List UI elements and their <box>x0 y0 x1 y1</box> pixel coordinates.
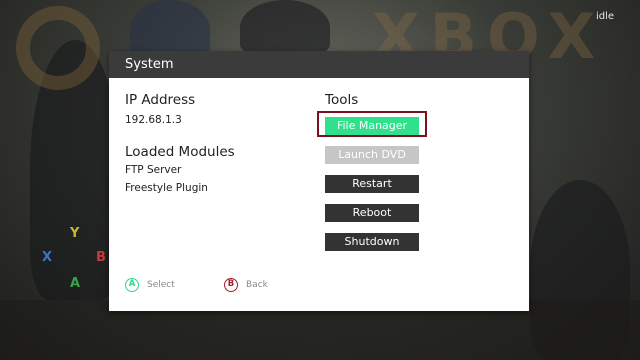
dashboard-screen: XBOX RA idle Y X A B System IP Address 1… <box>0 0 640 360</box>
file-manager-button[interactable]: File Manager <box>325 117 419 135</box>
launch-dvd-button[interactable]: Launch DVD <box>325 146 419 164</box>
controller-b-icon: B <box>96 250 106 265</box>
controller-y-icon: Y <box>70 226 80 241</box>
restart-button[interactable]: Restart <box>325 175 419 193</box>
a-button-icon: A <box>125 278 139 292</box>
back-label: Back <box>246 280 268 290</box>
xbox-logo-icon <box>16 6 100 90</box>
tools-heading: Tools <box>325 92 359 108</box>
module-item-freestyle-plugin: Freestyle Plugin <box>125 182 208 194</box>
tools-column: Tools File Manager Launch DVD Restart Re… <box>317 91 427 251</box>
reboot-button[interactable]: Reboot <box>325 204 419 222</box>
background-figure <box>240 0 330 55</box>
controller-a-icon: A <box>70 276 81 291</box>
back-hint[interactable]: B Back <box>224 278 268 292</box>
select-hint[interactable]: A Select <box>125 278 175 292</box>
status-text: idle <box>596 11 615 22</box>
b-button-icon: B <box>224 278 238 292</box>
shutdown-button[interactable]: Shutdown <box>325 233 419 251</box>
ip-address-heading: IP Address <box>125 92 196 108</box>
loaded-modules-heading: Loaded Modules <box>125 144 235 160</box>
info-column: IP Address 192.68.1.3 Loaded Modules FTP… <box>125 91 235 197</box>
dialog-title: System <box>109 51 529 78</box>
controller-x-icon: X <box>42 250 53 265</box>
system-dialog: System IP Address 192.68.1.3 Loaded Modu… <box>109 51 529 311</box>
module-item-ftp-server: FTP Server <box>125 164 182 176</box>
ip-address-value: 192.68.1.3 <box>125 114 182 126</box>
select-label: Select <box>147 280 175 290</box>
